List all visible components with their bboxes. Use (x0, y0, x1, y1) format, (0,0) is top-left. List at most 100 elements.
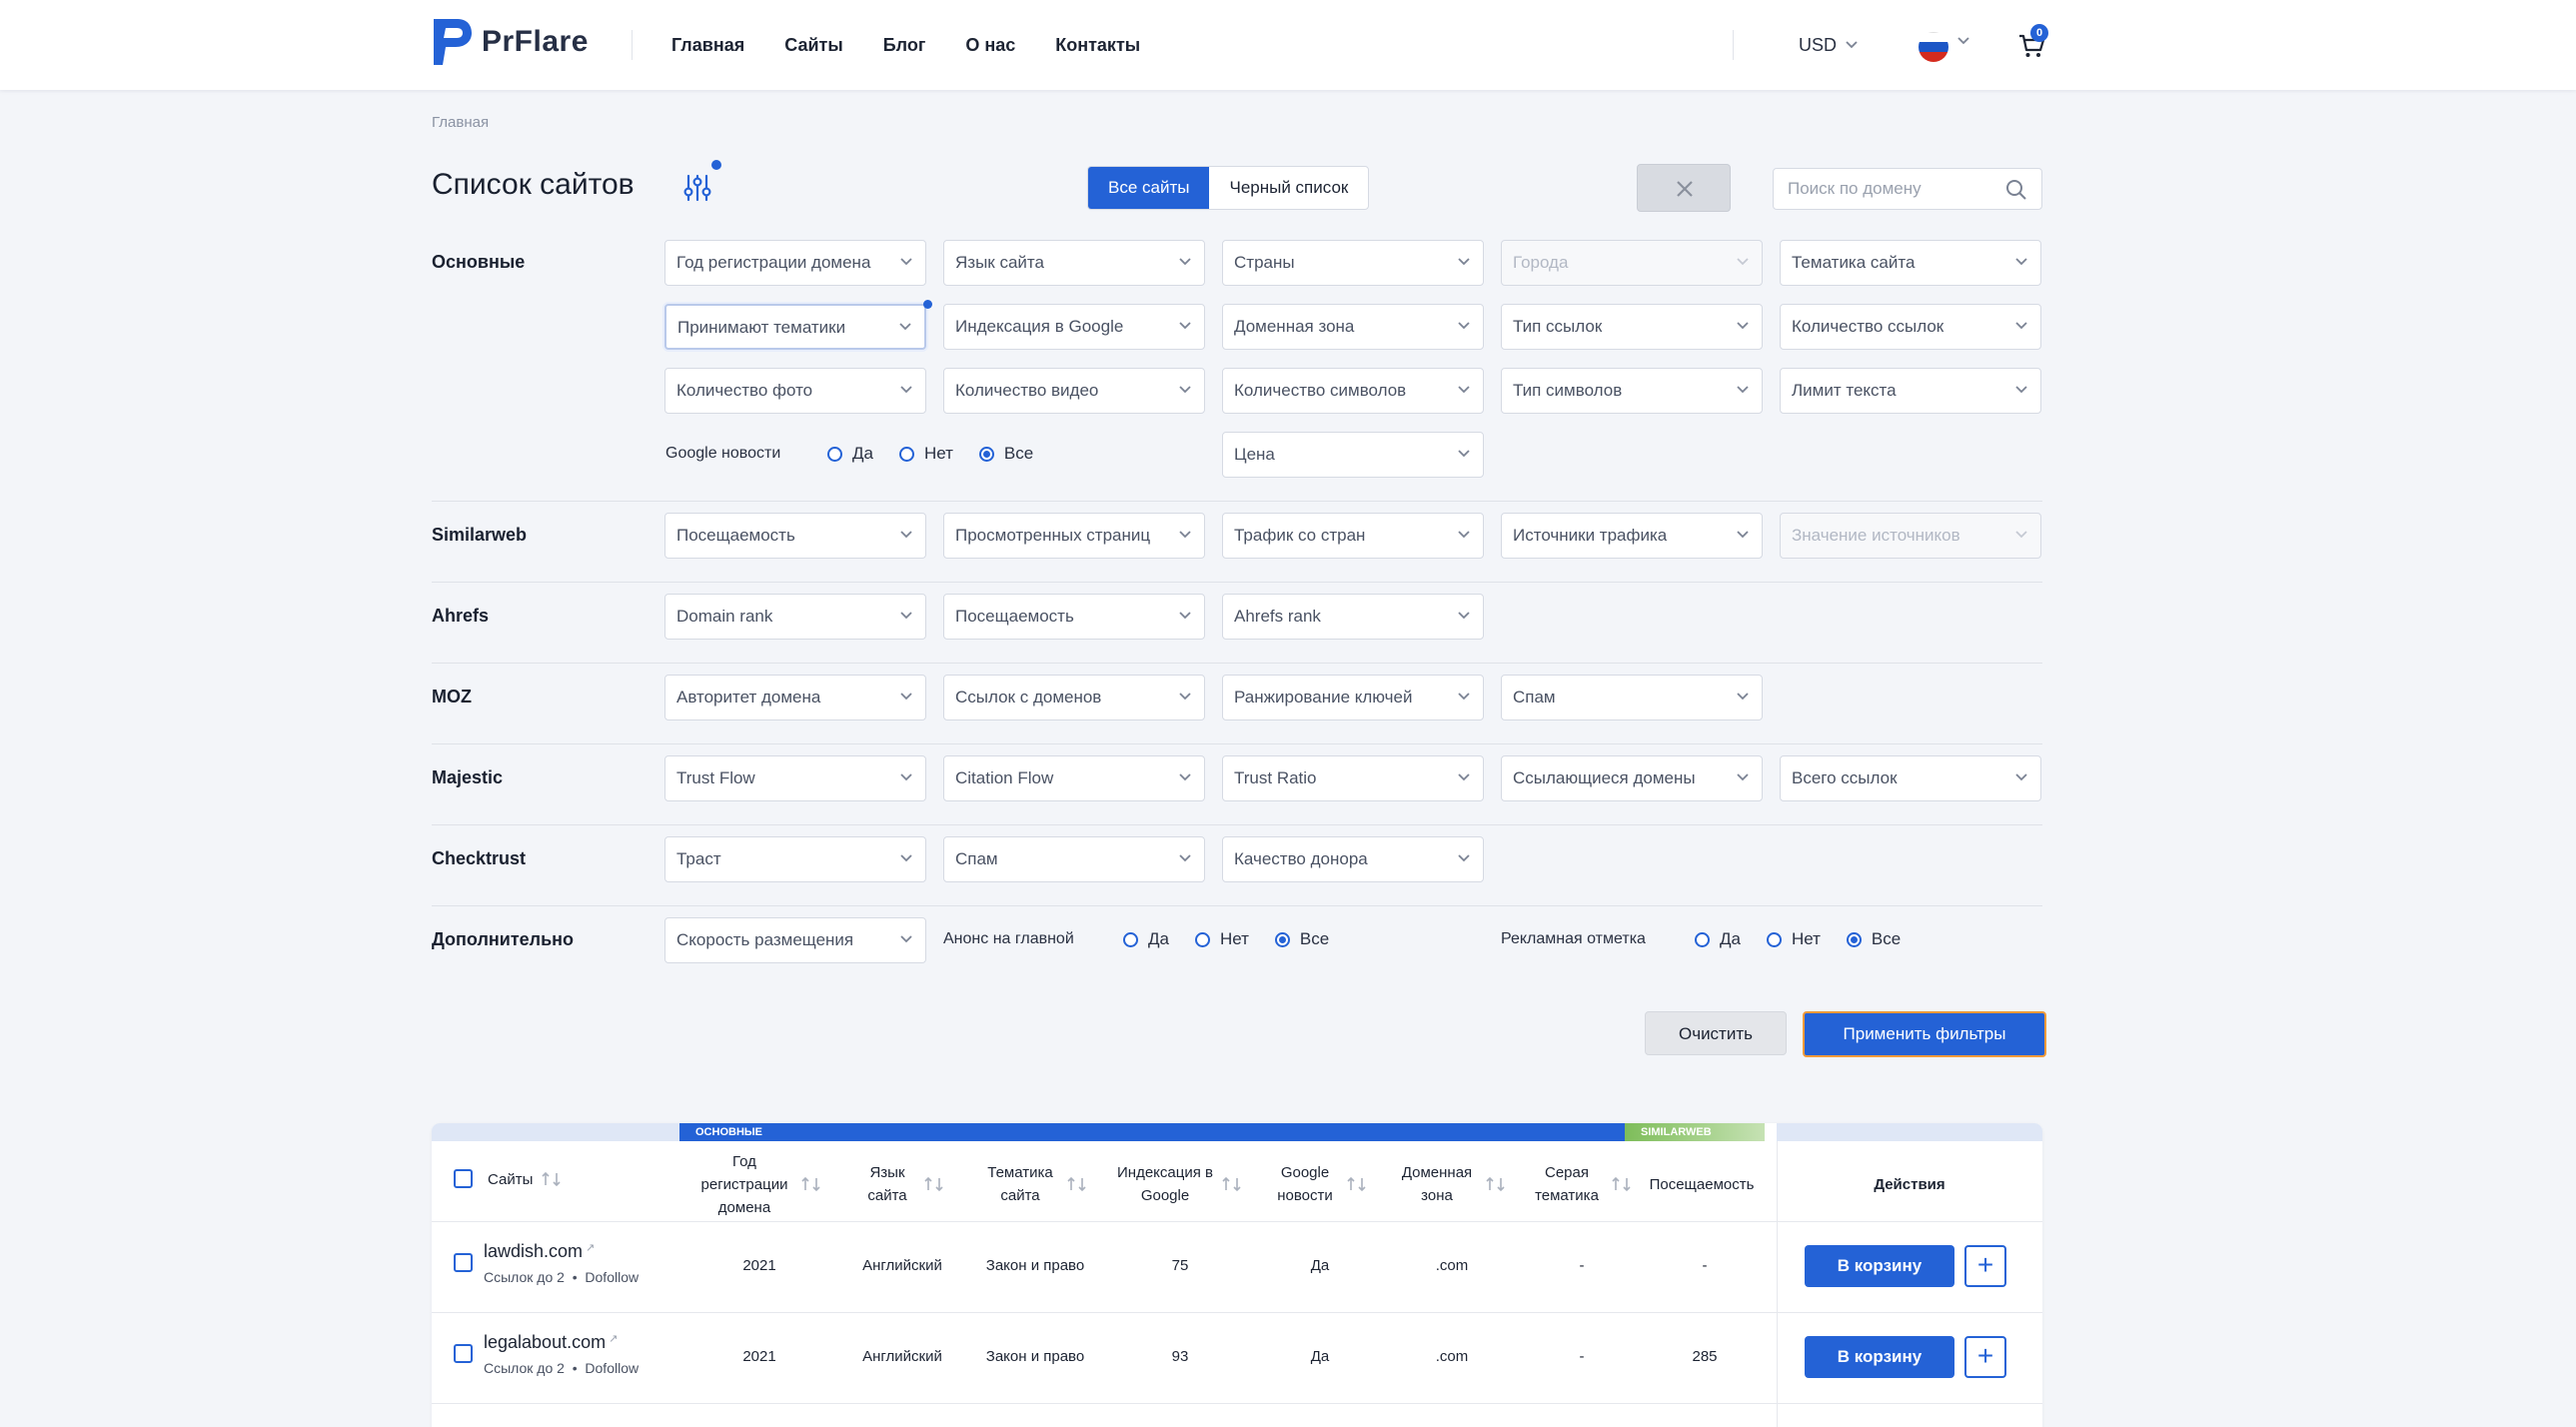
filter-sw-visits[interactable]: Посещаемость (664, 513, 926, 559)
filter-link-count[interactable]: Количество ссылок (1780, 304, 2041, 350)
filter-price[interactable]: Цена (1222, 432, 1484, 478)
filter-sw-country-traffic[interactable]: Трафик со стран (1222, 513, 1484, 559)
filter-google-index[interactable]: Индексация в Google (943, 304, 1205, 350)
header-google-index[interactable]: Индексация в Google (1105, 1149, 1255, 1219)
divider (432, 501, 2042, 502)
header-label: Сайты (488, 1170, 534, 1188)
tab-all-sites[interactable]: Все сайты (1088, 167, 1210, 209)
currency-select[interactable]: USD (1799, 30, 1859, 60)
nav-blog[interactable]: Блог (883, 30, 926, 60)
chevron-down-icon[interactable] (1956, 36, 1970, 46)
filter-moz-linking-domains[interactable]: Ссылок с доменов (943, 675, 1205, 720)
apply-filters-button[interactable]: Применить фильтры (1803, 1011, 2046, 1057)
filter-total-links[interactable]: Всего ссылок (1780, 755, 2041, 801)
site-link[interactable]: legalabout.com ↗ (484, 1332, 618, 1353)
select-all-checkbox[interactable] (454, 1169, 473, 1188)
filter-label: Ссылок с доменов (955, 688, 1102, 707)
search-input[interactable] (1774, 169, 1983, 209)
google-news-no[interactable]: Нет (898, 444, 953, 464)
header-sites[interactable]: Сайты (488, 1167, 563, 1191)
filter-photo-count[interactable]: Количество фото (664, 368, 926, 414)
google-news-all[interactable]: Все (978, 444, 1033, 464)
filter-sw-pageviews[interactable]: Просмотренных страниц (943, 513, 1205, 559)
radio-circle (1695, 931, 1710, 947)
filter-domain-zone[interactable]: Доменная зона (1222, 304, 1484, 350)
nav-contacts[interactable]: Контакты (1055, 30, 1140, 60)
chevron-down-icon (2015, 773, 2027, 781)
filter-countries[interactable]: Страны (1222, 240, 1484, 286)
header-domain-zone[interactable]: Доменная зона (1385, 1149, 1519, 1219)
filter-site-topic[interactable]: Тематика сайта (1780, 240, 2041, 286)
filter-label: Trust Flow (676, 768, 755, 787)
filter-link-type[interactable]: Тип ссылок (1501, 304, 1763, 350)
filter-sw-source-value[interactable]: Значение источников (1780, 513, 2041, 559)
add-more-button[interactable]: + (1964, 1336, 2006, 1378)
chevron-down-icon (1737, 322, 1749, 330)
clear-filters-button[interactable]: Очистить (1645, 1011, 1787, 1055)
ad-mark-all[interactable]: Все (1846, 929, 1901, 949)
header-traffic[interactable]: Посещаемость (1627, 1149, 1777, 1219)
header-year[interactable]: Год регистрации домена (679, 1149, 839, 1219)
filter-ahrefs-visits[interactable]: Посещаемость (943, 594, 1205, 640)
filter-checktrust-spam[interactable]: Спам (943, 836, 1205, 882)
filter-site-language[interactable]: Язык сайта (943, 240, 1205, 286)
header-google-news[interactable]: Google новости (1255, 1149, 1385, 1219)
cell-google-index: 93 (1171, 1348, 1189, 1365)
language-flag-icon[interactable] (1919, 32, 1948, 62)
external-link-icon[interactable]: ↗ (609, 1333, 618, 1345)
header-language[interactable]: Язык сайта (839, 1149, 965, 1219)
announce-all[interactable]: Все (1274, 929, 1330, 949)
row-checkbox[interactable] (454, 1344, 473, 1363)
chevron-down-icon (1737, 258, 1749, 266)
site-link[interactable]: lawdish.com ↗ (484, 1241, 595, 1262)
nav-home[interactable]: Главная (671, 30, 744, 60)
filter-settings-icon[interactable] (679, 170, 715, 206)
filter-trust-flow[interactable]: Trust Flow (664, 755, 926, 801)
chevron-down-icon (2015, 386, 2027, 394)
filter-moz-domain-authority[interactable]: Авторитет домена (664, 675, 926, 720)
filter-text-limit[interactable]: Лимит текста (1780, 368, 2041, 414)
search-icon[interactable] (2005, 179, 2027, 201)
chevron-down-icon (900, 531, 912, 539)
add-to-cart-button[interactable]: В корзину (1805, 1245, 1954, 1287)
filter-moz-spam[interactable]: Спам (1501, 675, 1763, 720)
filter-trust-ratio[interactable]: Trust Ratio (1222, 755, 1484, 801)
ad-mark-yes[interactable]: Да (1695, 929, 1741, 949)
filter-donor-quality[interactable]: Качество донора (1222, 836, 1484, 882)
sites-table: ОСНОВНЫЕ SIMILARWEB Сайты Год регистраци… (432, 1123, 2042, 1427)
google-news-yes[interactable]: Да (827, 444, 873, 464)
chevron-down-icon (1179, 258, 1191, 266)
filter-referring-domains[interactable]: Ссылающиеся домены (1501, 755, 1763, 801)
filter-accepted-topics[interactable]: Принимают тематики (664, 304, 926, 350)
breadcrumb[interactable]: Главная (432, 114, 489, 131)
header-topic[interactable]: Тематика сайта (965, 1149, 1105, 1219)
tab-blacklist[interactable]: Черный список (1209, 167, 1368, 209)
radio-circle (898, 446, 914, 462)
announce-no[interactable]: Нет (1194, 929, 1249, 949)
filter-cities[interactable]: Города (1501, 240, 1763, 286)
filter-moz-keyword-ranking[interactable]: Ранжирование ключей (1222, 675, 1484, 720)
filter-ahrefs-domain-rank[interactable]: Domain rank (664, 594, 926, 640)
add-to-cart-button[interactable]: В корзину (1805, 1336, 1954, 1378)
external-link-icon[interactable]: ↗ (586, 1242, 595, 1254)
ad-mark-no[interactable]: Нет (1766, 929, 1821, 949)
section-ahrefs-label: Ahrefs (432, 606, 490, 626)
filter-char-type[interactable]: Тип символов (1501, 368, 1763, 414)
filter-char-count[interactable]: Количество символов (1222, 368, 1484, 414)
add-more-button[interactable]: + (1964, 1245, 2006, 1287)
filter-sw-traffic-sources[interactable]: Источники трафика (1501, 513, 1763, 559)
filter-placement-speed[interactable]: Скорость размещения (664, 917, 926, 963)
filter-ahrefs-rank[interactable]: Ahrefs rank (1222, 594, 1484, 640)
google-news-filter: Google новости Да Нет Все (665, 444, 1033, 464)
filter-domain-year[interactable]: Год регистрации домена (664, 240, 926, 286)
row-checkbox[interactable] (454, 1253, 473, 1272)
nav-sites[interactable]: Сайты (784, 30, 842, 60)
reset-filters-button[interactable] (1637, 164, 1731, 212)
filter-citation-flow[interactable]: Citation Flow (943, 755, 1205, 801)
radio-text: Все (1299, 929, 1330, 948)
filter-video-count[interactable]: Количество видео (943, 368, 1205, 414)
announce-yes[interactable]: Да (1123, 929, 1169, 949)
logo[interactable]: PrFlare (430, 14, 589, 70)
nav-about[interactable]: О нас (965, 30, 1015, 60)
filter-trust[interactable]: Траст (664, 836, 926, 882)
